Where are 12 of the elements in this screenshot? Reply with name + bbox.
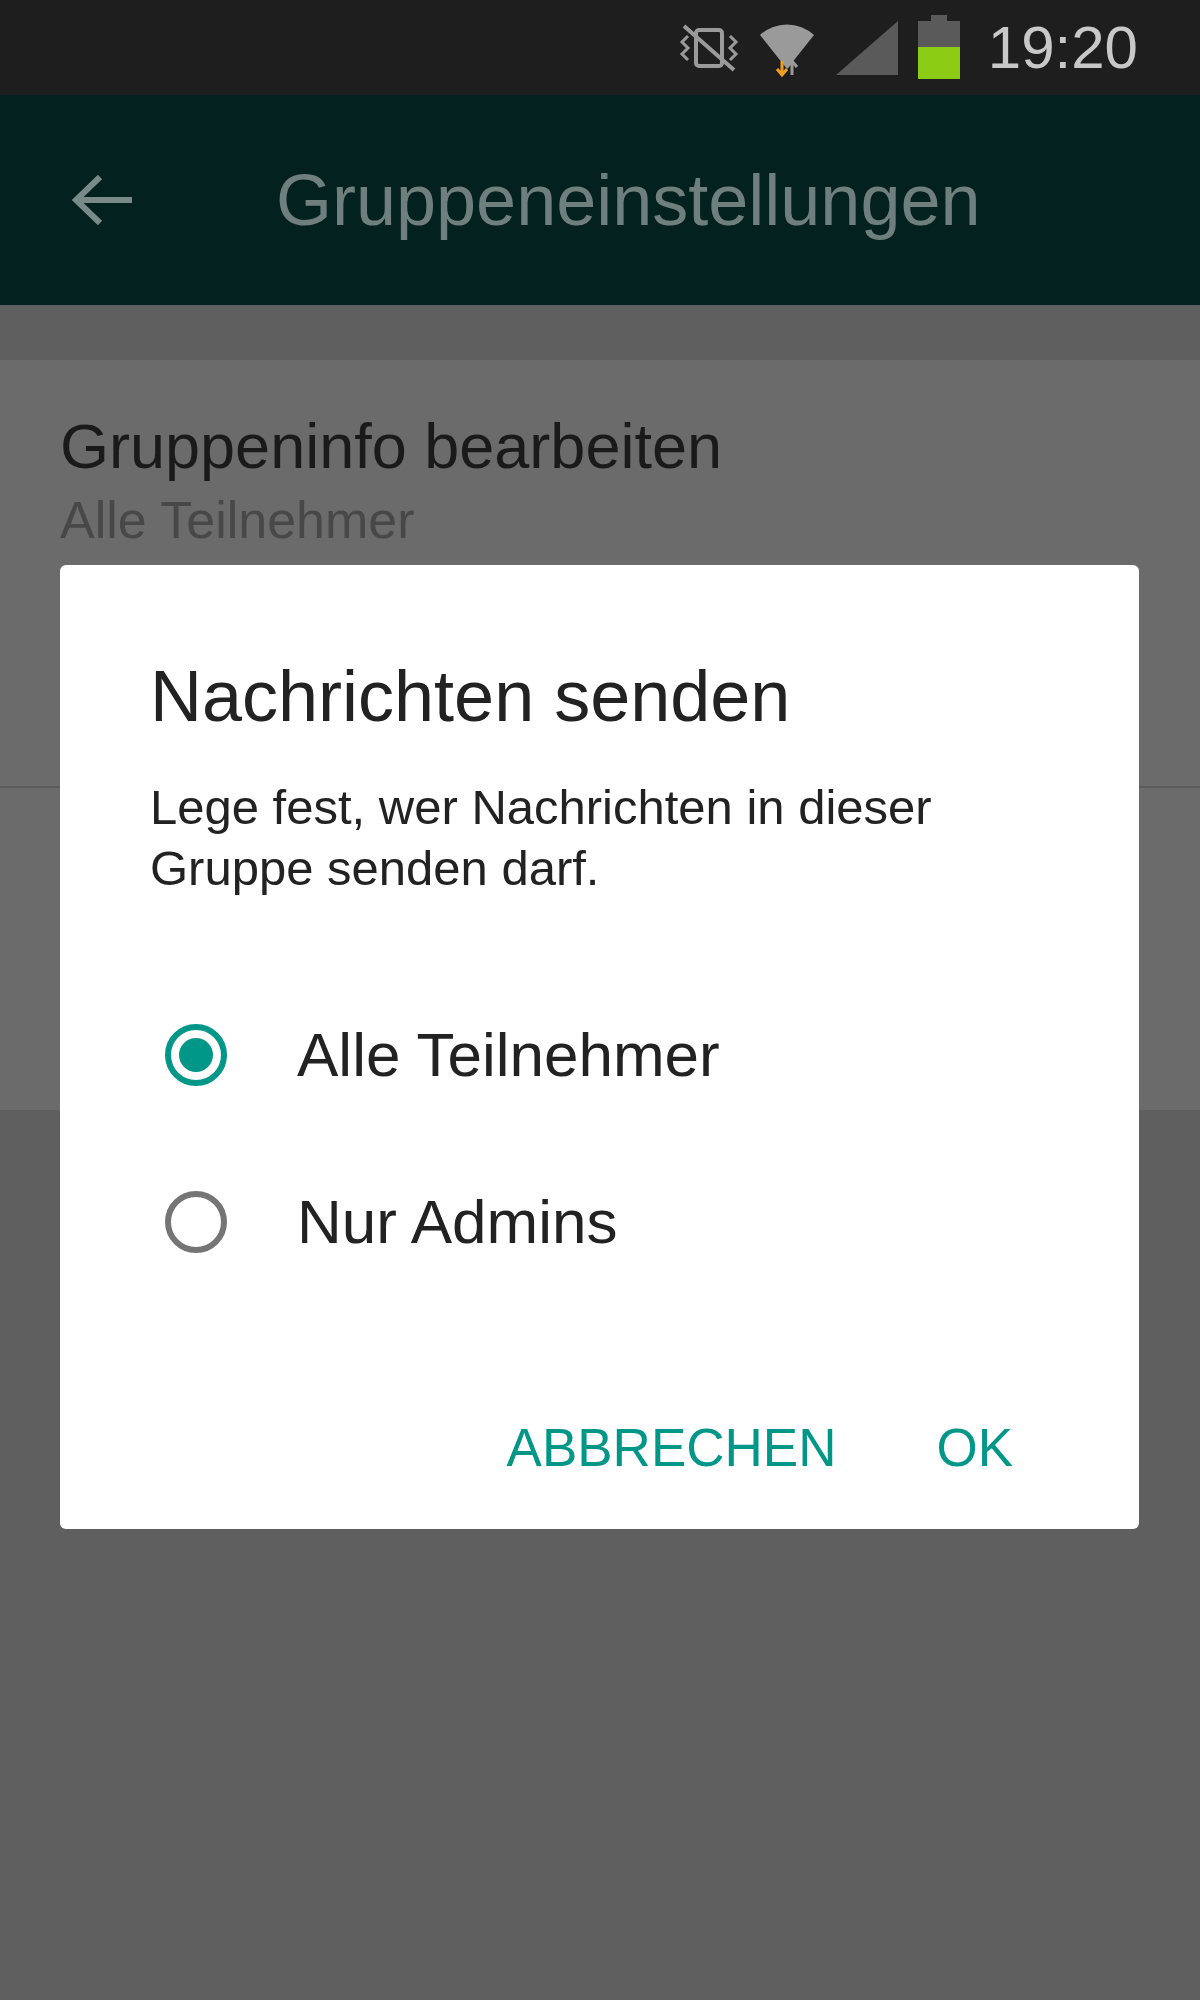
dialog-title: Nachrichten senden <box>150 655 792 737</box>
radio-option[interactable]: Nur Admins <box>150 1186 1049 1257</box>
radio-option[interactable]: Alle Teilnehmer <box>150 1019 1049 1090</box>
radio-button[interactable] <box>165 1023 227 1086</box>
ok-button[interactable]: OK <box>936 1417 1013 1478</box>
dialog-message: Lege fest, wer Nachrichten in dieser Gruppe senden darf. <box>150 779 933 897</box>
clock-time: 19:20 <box>987 13 1138 82</box>
setting-title[interactable]: Gruppeninfo bearbeiten <box>60 410 1140 482</box>
screen-title: Gruppeneinstellungen <box>276 159 981 241</box>
battery-icon <box>915 14 962 81</box>
radio-button[interactable] <box>165 1190 227 1253</box>
cancel-button[interactable]: ABBRECHEN <box>506 1417 837 1478</box>
